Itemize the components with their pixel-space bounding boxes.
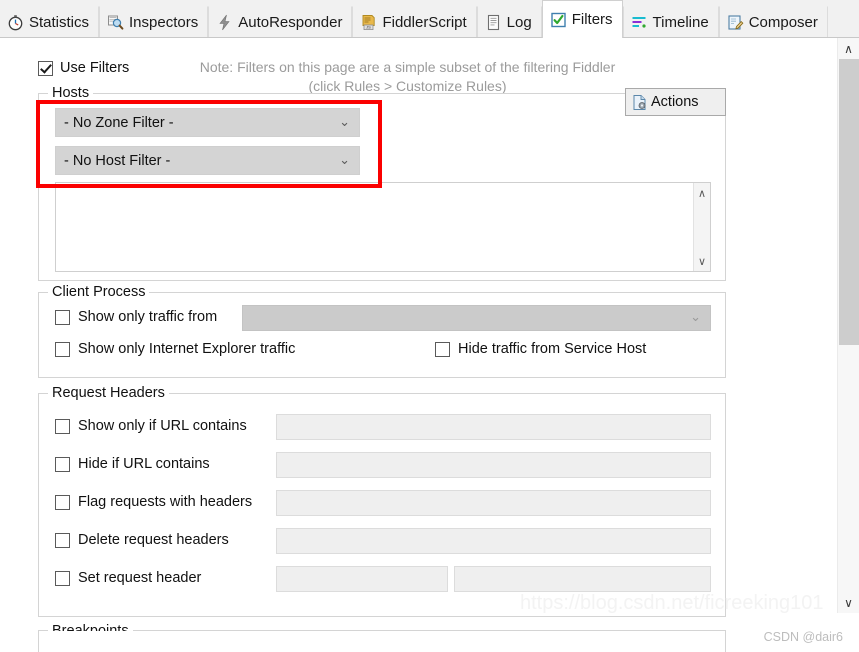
- host-filter-value: - No Host Filter -: [64, 152, 171, 169]
- set-request-header-name-input[interactable]: [276, 566, 448, 592]
- set-request-header-value-input[interactable]: [454, 566, 711, 592]
- host-list-textarea[interactable]: ∧ ∨: [55, 182, 711, 272]
- checkbox-green-icon: [550, 11, 567, 28]
- hide-if-url-contains-checkbox[interactable]: Hide if URL contains: [55, 456, 210, 472]
- hide-if-url-contains-label: Hide if URL contains: [78, 456, 210, 472]
- client-process-dropdown[interactable]: ⌄: [242, 305, 711, 331]
- tab-label: Timeline: [652, 13, 709, 31]
- svg-text:JS: JS: [367, 24, 372, 29]
- next-group-label-partial: Breakpoints: [48, 622, 133, 631]
- hide-if-url-contains-checkbox-box[interactable]: [55, 456, 70, 472]
- stopwatch-icon: [7, 14, 24, 31]
- tab-inspectors[interactable]: Inspectors: [99, 6, 209, 37]
- tab-filters[interactable]: Filters: [541, 0, 623, 38]
- show-only-ie-traffic-label: Show only Internet Explorer traffic: [78, 341, 296, 357]
- tab-log[interactable]: Log: [476, 6, 542, 37]
- set-request-header-label: Set request header: [78, 570, 202, 586]
- request-headers-group: Request Headers Show only if URL contain…: [38, 385, 726, 617]
- filters-note-line-1: Note: Filters on this page are a simple …: [199, 59, 616, 75]
- magnifier-icon: [107, 14, 124, 31]
- set-request-header-checkbox[interactable]: Set request header: [55, 570, 201, 586]
- filters-note: Note: Filters on this page are a simple …: [150, 58, 665, 96]
- lightning-icon: [216, 14, 233, 31]
- log-page-icon: [485, 14, 502, 31]
- actions-button[interactable]: Actions: [625, 88, 726, 116]
- use-filters-checkbox-box[interactable]: [38, 60, 53, 76]
- chevron-down-icon: ⌄: [339, 113, 350, 129]
- delete-request-headers-checkbox-box[interactable]: [55, 532, 70, 548]
- filters-page: ∧ ∨ Use Filters Note: Filters on this pa…: [0, 38, 859, 652]
- hosts-group-label: Hosts: [48, 85, 94, 101]
- fiddler-filters-window: Statistics Inspectors AutoResponder JS F…: [0, 0, 859, 652]
- scroll-thumb[interactable]: [839, 59, 859, 345]
- show-only-traffic-from-checkbox-box[interactable]: [55, 309, 70, 325]
- tab-label: Log: [506, 13, 532, 31]
- show-only-traffic-from-checkbox[interactable]: Show only traffic from: [55, 309, 217, 325]
- chevron-down-icon: ⌄: [339, 151, 350, 167]
- client-process-group-label: Client Process: [48, 284, 150, 300]
- tab-timeline[interactable]: Timeline: [622, 6, 719, 37]
- use-filters-label: Use Filters: [60, 60, 130, 76]
- scroll-up-arrow-icon[interactable]: ∧: [694, 185, 710, 201]
- delete-request-headers-input[interactable]: [276, 528, 711, 554]
- timeline-bars-icon: [631, 14, 648, 31]
- zone-filter-value: - No Zone Filter -: [64, 114, 174, 131]
- document-gear-icon: [632, 94, 647, 111]
- hide-service-host-checkbox-box[interactable]: [435, 341, 450, 357]
- flag-requests-with-headers-checkbox[interactable]: Flag requests with headers: [55, 494, 252, 510]
- main-tab-strip: Statistics Inspectors AutoResponder JS F…: [0, 0, 859, 38]
- actions-button-label: Actions: [651, 94, 699, 110]
- next-group-partial: Breakpoints: [38, 622, 726, 652]
- delete-request-headers-label: Delete request headers: [78, 532, 229, 548]
- hide-service-host-label: Hide traffic from Service Host: [458, 341, 647, 357]
- hide-service-host-checkbox[interactable]: Hide traffic from Service Host: [435, 341, 646, 357]
- flag-requests-with-headers-input[interactable]: [276, 490, 711, 516]
- tab-composer[interactable]: Composer: [718, 6, 828, 37]
- chevron-down-icon: ⌄: [690, 309, 701, 325]
- show-only-ie-traffic-checkbox[interactable]: Show only Internet Explorer traffic: [55, 341, 295, 357]
- hide-if-url-contains-input[interactable]: [276, 452, 711, 478]
- set-request-header-checkbox-box[interactable]: [55, 570, 70, 586]
- tab-label: Statistics: [29, 13, 90, 31]
- tab-label: FiddlerScript: [382, 13, 467, 31]
- tab-label: Filters: [571, 11, 613, 28]
- show-only-if-url-contains-input[interactable]: [276, 414, 711, 440]
- scroll-down-arrow-icon[interactable]: ∨: [694, 253, 710, 269]
- csdn-credit: CSDN @dair6: [763, 630, 843, 644]
- tab-label: Composer: [748, 13, 818, 31]
- tab-label: Inspectors: [129, 13, 199, 31]
- zone-filter-dropdown[interactable]: - No Zone Filter - ⌄: [55, 108, 360, 137]
- flag-requests-with-headers-checkbox-box[interactable]: [55, 494, 70, 510]
- tab-label: AutoResponder: [238, 13, 343, 31]
- tab-autoresponder[interactable]: AutoResponder: [208, 6, 353, 37]
- host-filter-dropdown[interactable]: - No Host Filter - ⌄: [55, 146, 360, 175]
- show-only-if-url-contains-checkbox[interactable]: Show only if URL contains: [55, 418, 247, 434]
- show-only-ie-traffic-checkbox-box[interactable]: [55, 341, 70, 357]
- tab-fiddlerscript[interactable]: JS FiddlerScript: [352, 6, 477, 37]
- script-js-icon: JS: [360, 14, 377, 31]
- delete-request-headers-checkbox[interactable]: Delete request headers: [55, 532, 229, 548]
- page-scrollbar[interactable]: ∧ ∨: [837, 38, 859, 613]
- client-process-group: Client Process Show only traffic from ⌄ …: [38, 284, 726, 378]
- flag-requests-with-headers-label: Flag requests with headers: [78, 494, 253, 510]
- host-list-scrollbar[interactable]: ∧ ∨: [693, 183, 710, 271]
- show-only-if-url-contains-checkbox-box[interactable]: [55, 418, 70, 434]
- compose-pencil-icon: [727, 14, 744, 31]
- hosts-group: Hosts - No Zone Filter - ⌄ - No Host Fil…: [38, 85, 726, 281]
- use-filters-checkbox[interactable]: Use Filters: [38, 60, 129, 76]
- show-only-if-url-contains-label: Show only if URL contains: [78, 418, 247, 434]
- watermark-url: https://blog.csdn.net/ficreeking101: [520, 592, 824, 614]
- scroll-up-arrow-icon[interactable]: ∧: [838, 38, 859, 59]
- request-headers-group-label: Request Headers: [48, 385, 169, 401]
- scroll-down-arrow-icon[interactable]: ∨: [838, 592, 859, 613]
- tab-statistics[interactable]: Statistics: [0, 6, 100, 37]
- show-only-traffic-from-label: Show only traffic from: [78, 309, 218, 325]
